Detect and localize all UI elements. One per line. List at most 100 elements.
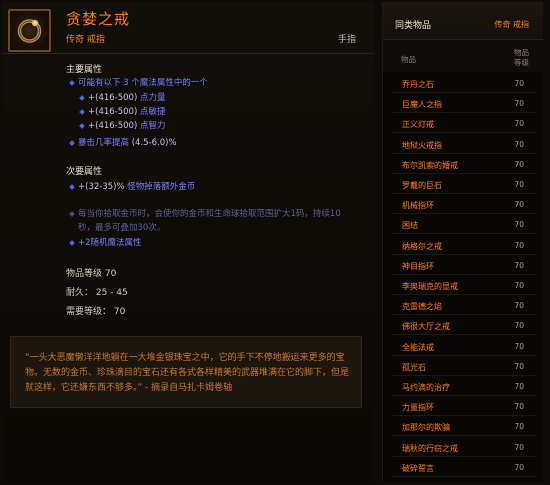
similar-item-name[interactable]: 瑞秋的行窃之戒: [402, 443, 458, 454]
similar-item-name[interactable]: 机械指环: [402, 200, 434, 211]
similar-item-level: 70: [514, 402, 524, 412]
similar-item-name[interactable]: 巨魔人之指: [402, 99, 442, 110]
similar-item-level: 70: [514, 200, 524, 210]
similar-item-name[interactable]: 困结: [402, 220, 418, 231]
similar-item-name[interactable]: 纳格尔之戒: [402, 241, 442, 252]
similar-item-level: 70: [514, 301, 524, 311]
similar-item-row[interactable]: 李奥瑞克的显戒 70: [391, 275, 537, 295]
similar-item-name[interactable]: 地狱火戒指: [402, 140, 442, 151]
primary-option: +(416-500) 点智力: [79, 119, 166, 131]
bullet-icon: [69, 139, 75, 146]
similar-item-level: 70: [514, 442, 524, 452]
similar-item-level: 70: [514, 341, 524, 351]
similar-item-name[interactable]: 正义灯戒: [402, 119, 434, 130]
similar-item-row[interactable]: 孤光石 70: [391, 356, 537, 376]
bullet-icon: [69, 239, 75, 246]
flavor-line: 就这样，它还嫌东西不够多。” - 摘录自马扎卡姆卷轴: [25, 383, 233, 393]
similar-item-row[interactable]: 困结 70: [391, 214, 537, 235]
secondary-attributes-title: 次要属性: [66, 167, 103, 177]
bullet-icon: [79, 94, 85, 101]
similar-item-name[interactable]: 破碎誓言: [402, 463, 434, 474]
similar-item-name[interactable]: 孤光石: [402, 362, 426, 373]
similar-item-name[interactable]: 神目指环: [402, 261, 434, 272]
primary-random-header: 可能有以下 3 个魔法属性中的一个: [69, 76, 208, 88]
primary-attributes-title: 主要属性: [66, 65, 103, 75]
similar-item-name[interactable]: 全能法戒: [402, 342, 434, 353]
similar-item-level: 70: [514, 79, 524, 88]
similar-item-row[interactable]: 破碎誓言 70: [391, 457, 537, 477]
item-header: 贪婪之戒 传奇 戒指 手指: [2, 2, 374, 54]
similar-item-name[interactable]: 马约滴的治疗: [402, 382, 450, 393]
similar-item-row[interactable]: 力量指环 70: [391, 396, 537, 417]
similar-item-level: 70: [514, 180, 524, 189]
similar-item-row[interactable]: 瑞秋的行窃之戒 70: [391, 437, 537, 457]
similar-item-row[interactable]: 罗戴的巨石 70: [391, 174, 537, 194]
ring-icon: [8, 9, 51, 52]
durability: 耐久： 25 - 45: [66, 288, 128, 298]
bullet-icon: [69, 79, 75, 86]
sidebar-type: 传奇 戒指: [494, 20, 529, 29]
bullet-icon: [79, 122, 85, 129]
similar-item-row[interactable]: 全能法戒 70: [391, 336, 537, 356]
bullet-icon: [79, 108, 85, 115]
similar-item-row[interactable]: 神目指环 70: [391, 255, 537, 275]
crit-chance-affix: 暴击几率提高 (4.5-6.0)%: [69, 136, 177, 148]
legendary-affix-line1: 每当你拾取金币时，会使你的金币和生命球拾取范围扩大1码，持续10: [69, 207, 341, 219]
similar-item-level: 70: [514, 361, 524, 371]
item-level: 物品等级 70: [66, 269, 117, 279]
similar-item-row[interactable]: 克雷德之焰 70: [391, 295, 537, 316]
required-level: 需要等级： 70: [66, 307, 126, 317]
sidebar-header: 同类物品 传奇 戒指: [383, 2, 543, 40]
similar-item-level: 70: [514, 139, 524, 149]
item-name: 贪婪之戒: [66, 10, 131, 28]
similar-item-row[interactable]: 机械指环 70: [391, 194, 537, 215]
column-header-level: 物品 等级: [514, 48, 529, 67]
similar-item-level: 70: [514, 240, 524, 250]
similar-item-row[interactable]: 马约滴的治疗 70: [391, 376, 537, 396]
similar-item-row[interactable]: 纳格尔之戒 70: [391, 235, 537, 255]
column-header-name: 物品: [401, 55, 416, 64]
item-page: 贪婪之戒 传奇 戒指 手指 主要属性 可能有以下 3 个魔法属性中的一个 +(4…: [0, 0, 550, 485]
gold-find-affix: +(32-35)% 怪物掉落额外金币: [69, 180, 195, 192]
similar-item-name[interactable]: 李奥瑞克的显戒: [402, 281, 458, 292]
similar-item-name[interactable]: 布尔凯索的婚戒: [402, 160, 458, 171]
similar-item-level: 70: [514, 119, 524, 129]
primary-option: +(416-500) 点敏捷: [79, 105, 166, 117]
similar-item-name[interactable]: 力量指环: [402, 402, 434, 413]
similar-item-row[interactable]: 佛很大厅之戒 70: [391, 315, 537, 336]
similar-items-sidebar: 同类物品 传奇 戒指 物品 物品 等级 乔丹之石 70 巨魔人之指 70 正义灯戒 70 地…: [382, 2, 543, 482]
flavor-line: “一头大恶魔懒洋洋地躺在一大堆金银珠宝之中，它的手下不停地搬运来更多的宝: [25, 353, 345, 363]
similar-item-row[interactable]: 巨魔人之指 70: [391, 93, 537, 114]
similar-item-level: 70: [514, 281, 524, 290]
item-tooltip-panel: 贪婪之戒 传奇 戒指 手指 主要属性 可能有以下 3 个魔法属性中的一个 +(4…: [2, 2, 374, 482]
random-affix: +2随机魔法属性: [69, 236, 142, 248]
similar-item-level: 70: [514, 422, 524, 432]
similar-item-level: 70: [514, 382, 524, 391]
primary-option: +(416-500) 点力量: [79, 91, 166, 103]
item-slot: 手指: [337, 35, 356, 45]
similar-item-row[interactable]: 正义灯戒 70: [391, 113, 537, 134]
similar-item-row[interactable]: 乔丹之石 70: [391, 73, 537, 93]
similar-item-level: 70: [514, 260, 524, 270]
similar-item-row[interactable]: 加那尔的欺骗 70: [391, 416, 537, 437]
flavor-text: “一头大恶魔懒洋洋地躺在一大堆金银珠宝之中，它的手下不停地搬运来更多的宝 物。无…: [10, 336, 362, 408]
similar-item-level: 70: [514, 220, 524, 230]
legendary-affix-line2: 秒，最多可叠加30次。: [78, 223, 166, 233]
similar-item-name[interactable]: 加那尔的欺骗: [402, 422, 450, 433]
similar-item-name[interactable]: 罗戴的巨石: [402, 180, 442, 191]
item-quality-type: 传奇 戒指: [66, 35, 105, 45]
sidebar-column-headers: 物品 物品 等级: [383, 40, 543, 72]
similar-item-level: 70: [514, 462, 524, 472]
similar-item-row[interactable]: 地狱火戒指 70: [391, 134, 537, 154]
similar-item-level: 70: [514, 321, 524, 331]
similar-item-name[interactable]: 克雷德之焰: [402, 301, 442, 312]
similar-item-row[interactable]: 布尔凯索的婚戒 70: [391, 154, 537, 174]
similar-item-name[interactable]: 乔丹之石: [402, 79, 434, 90]
bullet-icon: [69, 210, 75, 217]
similar-item-name[interactable]: 佛很大厅之戒: [402, 321, 450, 332]
sidebar-title: 同类物品: [395, 21, 432, 31]
similar-item-level: 70: [514, 159, 524, 169]
similar-item-level: 70: [514, 99, 524, 109]
bullet-icon: [69, 183, 75, 190]
flavor-line: 物。无数的金币、珍珠滴目的宝石还有各式各样精美的武器堆满在它的脚下，但是: [25, 368, 350, 378]
